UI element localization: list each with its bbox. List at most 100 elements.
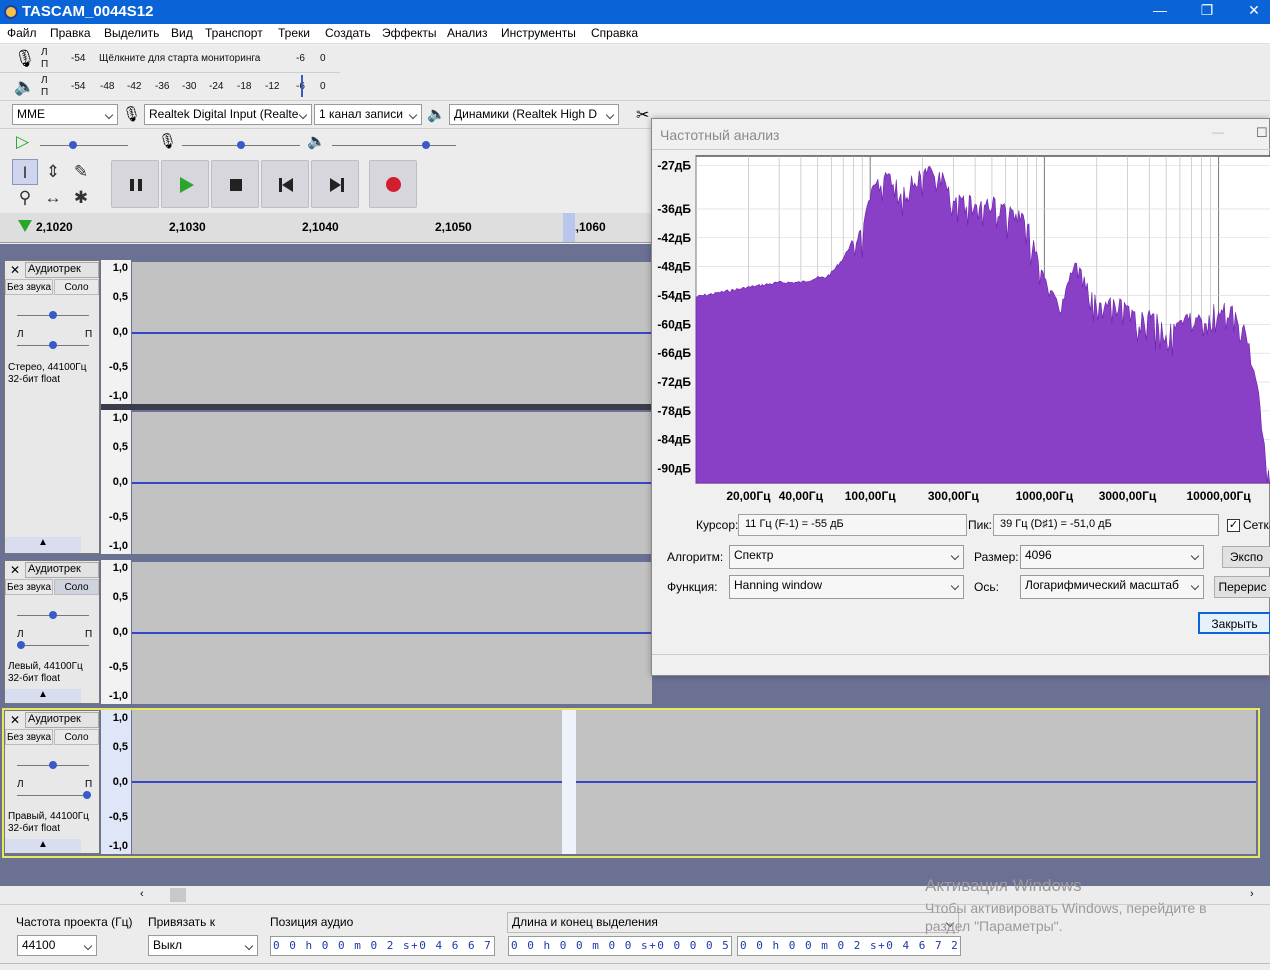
speed-slider[interactable] [40, 141, 128, 149]
menu-transport[interactable]: Транспорт [205, 26, 263, 40]
size-select[interactable]: 4096 [1020, 545, 1204, 569]
pan-slider[interactable] [17, 341, 89, 349]
grid-label: Сетка [1243, 518, 1270, 532]
microphone-icon: 🎙 [122, 106, 142, 123]
windows-activation-watermark: Активация Windows Чтобы активировать Win… [925, 876, 1207, 934]
output-device-select[interactable]: Динамики (Realtek High D [449, 104, 619, 125]
menu-edit[interactable]: Правка [50, 26, 91, 40]
track-name-menu[interactable]: Аудиотрек [25, 562, 99, 578]
pan-slider[interactable] [17, 791, 91, 799]
play-head-icon[interactable] [18, 220, 32, 232]
algorithm-select[interactable]: Спектр [729, 545, 964, 569]
gain-slider[interactable] [17, 311, 89, 319]
track-control-panel: ✕ Аудиотрек Без звука Соло Л П Правый, 44… [4, 710, 100, 854]
menu-generate[interactable]: Создать [325, 26, 371, 40]
menu-file[interactable]: Файл [7, 26, 37, 40]
record-button[interactable] [369, 160, 417, 208]
spectrum-plot[interactable]: -27дБ -36дБ -42дБ -48дБ -54дБ -60дБ -66дБ -72дБ… [652, 151, 1270, 511]
minimize-dialog-icon[interactable]: — [1212, 125, 1224, 139]
watermark-line: Чтобы активировать Windows, перейдите в [925, 900, 1207, 916]
selection-tool-icon[interactable]: I [12, 159, 38, 185]
menu-select[interactable]: Выделить [104, 26, 159, 40]
collapse-track-icon[interactable]: ▲ [5, 839, 81, 853]
skip-to-end-button[interactable] [311, 160, 359, 208]
menu-help[interactable]: Справка [591, 26, 638, 40]
export-button[interactable]: Экспо [1222, 546, 1270, 568]
mute-button[interactable]: Без звука [5, 279, 53, 295]
snap-to-select[interactable]: Выкл [148, 935, 258, 956]
menu-tools[interactable]: Инструменты [501, 26, 576, 40]
track-name-menu[interactable]: Аудиотрек [25, 262, 99, 278]
channels-select[interactable]: 1 канал записи [314, 104, 422, 125]
close-dialog-button[interactable]: Закрыть [1198, 612, 1270, 634]
menu-analyze[interactable]: Анализ [447, 26, 488, 40]
y-tick-label: -72дБ [657, 375, 691, 389]
waveform-mono-right[interactable] [132, 710, 1256, 854]
solo-button[interactable]: Соло [54, 279, 99, 295]
play-at-speed-icon[interactable]: ▷ [16, 132, 36, 152]
mute-button[interactable]: Без звука [5, 579, 53, 595]
collapse-track-icon[interactable]: ▲ [5, 537, 81, 553]
dialog-title: Частотный анализ [660, 127, 780, 143]
waveform-left-channel[interactable] [132, 262, 652, 404]
watermark-title: Активация Windows [925, 876, 1082, 895]
menu-effects[interactable]: Эффекты [382, 26, 437, 40]
waveform-mono-left[interactable] [132, 562, 652, 704]
menu-view[interactable]: Вид [171, 26, 193, 40]
close-track-icon[interactable]: ✕ [7, 713, 23, 727]
zoom-tool-icon[interactable]: ⚲ [12, 185, 38, 211]
draw-tool-icon[interactable]: ✎ [68, 159, 94, 185]
input-device-select[interactable]: Realtek Digital Input (Realte [144, 104, 312, 125]
speaker-icon[interactable]: 🔈 [14, 77, 35, 97]
cut-icon[interactable]: ✂ [636, 105, 649, 125]
envelope-tool-icon[interactable]: ⇕ [40, 159, 66, 185]
maximize-dialog-icon[interactable]: ☐ [1256, 125, 1268, 141]
grid-checkbox[interactable]: ✓ [1227, 519, 1240, 532]
gain-slider[interactable] [17, 761, 89, 769]
recording-volume-slider[interactable] [182, 141, 300, 149]
track-name-menu[interactable]: Аудиотрек [25, 712, 99, 728]
stop-button[interactable] [211, 160, 259, 208]
y-tick-label: -90дБ [657, 462, 691, 476]
minimize-button[interactable]: — [1145, 2, 1175, 18]
pan-slider[interactable] [17, 641, 89, 649]
close-window-button[interactable]: ✕ [1239, 2, 1269, 19]
maximize-button[interactable]: ❐ [1192, 2, 1222, 19]
solo-button[interactable]: Соло [54, 729, 99, 745]
play-meter-tick: -24 [209, 81, 224, 92]
redraw-button[interactable]: Перерис [1214, 576, 1270, 598]
collapse-track-icon[interactable]: ▲ [5, 689, 81, 703]
x-tick-label: 1000,00Гц [1016, 489, 1074, 503]
pause-button[interactable] [111, 160, 159, 208]
mute-button[interactable]: Без звука [5, 729, 53, 745]
gain-slider[interactable] [17, 611, 89, 619]
function-select[interactable]: Hanning window [729, 575, 964, 599]
microphone-icon[interactable]: 🎙 [14, 49, 36, 69]
play-meter-tick: -12 [265, 81, 280, 92]
timeshift-tool-icon[interactable]: ↔ [40, 185, 66, 211]
pan-right-label: П [85, 779, 93, 790]
play-button[interactable] [161, 160, 209, 208]
solo-button[interactable]: Соло [54, 579, 99, 595]
x-tick-label: 10000,00Гц [1186, 489, 1251, 503]
selection-start-field[interactable]: 0 0 h 0 0 m 0 0 s+0 0 0 0 5 samples [508, 936, 732, 956]
start-monitoring-prompt[interactable]: Щёлкните для старта мониторинга [99, 53, 260, 64]
track-bit-depth: 32-бит float [8, 823, 61, 834]
audio-host-select[interactable]: MME [12, 104, 118, 125]
project-rate-select[interactable]: 44100 [17, 935, 97, 956]
selection-end-field[interactable]: 0 0 h 0 0 m 0 2 s+0 4 6 7 2 samples [737, 936, 961, 956]
play-meter-tick: -18 [237, 81, 252, 92]
skip-to-start-button[interactable] [261, 160, 309, 208]
axis-select[interactable]: Логарифмический масштаб [1020, 575, 1204, 599]
close-track-icon[interactable]: ✕ [7, 563, 23, 577]
waveform-right-channel[interactable] [132, 412, 652, 554]
menu-tracks[interactable]: Треки [278, 26, 310, 40]
close-track-icon[interactable]: ✕ [7, 263, 23, 277]
multi-tool-icon[interactable]: ✱ [68, 185, 94, 211]
timeline-ruler[interactable]: 2,1020 2,1030 2,1040 2,1050 2,1060 [0, 213, 655, 243]
selection-mode-select[interactable]: Длина и конец выделения [507, 912, 959, 933]
selection-marker [563, 213, 575, 242]
audio-position-field[interactable]: 0 0 h 0 0 m 0 2 s+0 4 6 6 7 samples [270, 936, 495, 956]
peak-value-field: 39 Гц (D♯1) = -51,0 дБ [993, 514, 1219, 536]
playback-volume-slider[interactable] [332, 141, 456, 149]
